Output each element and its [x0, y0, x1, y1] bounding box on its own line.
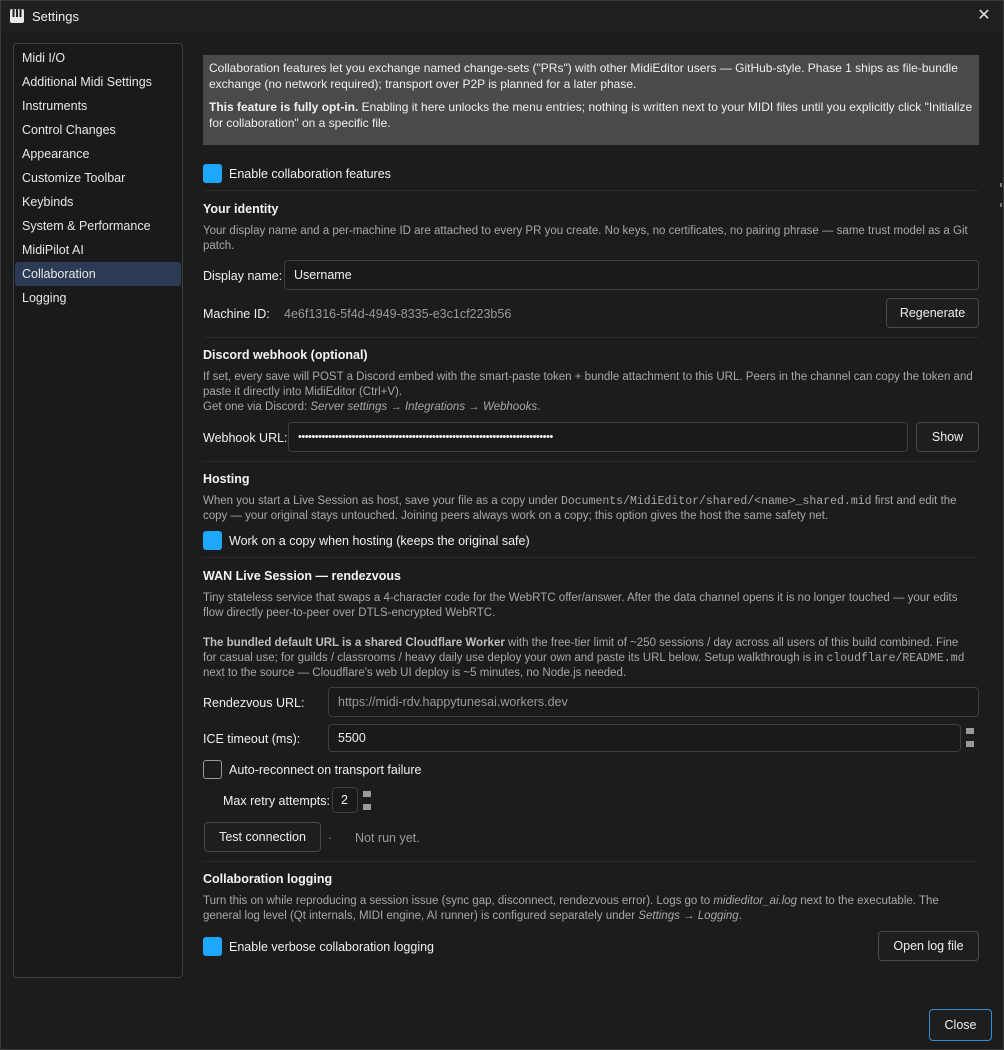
display-name-input[interactable]: Username	[284, 260, 979, 290]
logging-desc-path: Settings → Logging	[638, 910, 739, 922]
logging-desc-c: .	[738, 910, 742, 922]
window-close-icon[interactable]: ✕	[973, 5, 995, 27]
display-name-label: Display name:	[203, 269, 283, 283]
collaboration-panel: Collaboration features let you exchange …	[191, 43, 993, 978]
sidebar-item-midipilot-ai[interactable]: MidiPilot AI	[15, 238, 181, 262]
sidebar-item-collaboration[interactable]: Collaboration	[15, 262, 181, 286]
wan-desc-path: cloudflare/README.md	[826, 652, 965, 665]
webhook-url-input[interactable]: ••••••••••••••••••••••••••••••••••••••••…	[288, 422, 908, 452]
logging-desc-file: midieditor_ai.log	[713, 895, 798, 907]
work-on-copy-checkbox[interactable]	[203, 531, 222, 550]
info-opt-in-bold: This feature is fully opt-in.	[209, 100, 359, 114]
settings-sidebar: Midi I/O Additional Midi Settings Instru…	[13, 43, 183, 978]
wan-heading: WAN Live Session — rendezvous	[203, 569, 401, 583]
identity-heading: Your identity	[203, 202, 279, 216]
max-retry-down-icon[interactable]	[363, 804, 371, 810]
max-retry-up-icon[interactable]	[363, 791, 371, 797]
hosting-description: When you start a Live Session as host, s…	[203, 494, 973, 524]
wan-description-2: The bundled default URL is a shared Clou…	[203, 636, 973, 681]
max-retry-label: Max retry attempts:	[223, 794, 330, 808]
separator	[203, 861, 979, 862]
auto-reconnect-checkbox[interactable]	[203, 760, 222, 779]
machine-id-value: 4e6f1316-5f4d-4949-8335-e3c1cf223b56	[284, 307, 512, 321]
machine-id-label: Machine ID:	[203, 307, 270, 321]
verbose-logging-label: Enable verbose collaboration logging	[229, 940, 435, 954]
discord-description: If set, every save will POST a Discord e…	[203, 370, 973, 415]
discord-heading: Discord webhook (optional)	[203, 348, 368, 362]
sidebar-item-midi-io[interactable]: Midi I/O	[15, 46, 181, 70]
app-piano-icon	[10, 9, 24, 23]
separator	[203, 461, 979, 462]
logging-desc-a: Turn this on while reproducing a session…	[203, 895, 714, 907]
wan-desc-bold: The bundled default URL is a shared Clou…	[203, 637, 505, 649]
open-log-file-button[interactable]: Open log file	[878, 931, 979, 961]
info-paragraph-1: Collaboration features let you exchange …	[209, 61, 958, 91]
info-paragraph-2: This feature is fully opt-in. Enabling i…	[209, 100, 973, 131]
wan-desc-b: next to the source — Cloudflare's web UI…	[203, 667, 627, 679]
sidebar-item-logging[interactable]: Logging	[15, 286, 181, 310]
sidebar-item-control-changes[interactable]: Control Changes	[15, 118, 181, 142]
separator	[203, 337, 979, 338]
regenerate-button[interactable]: Regenerate	[886, 298, 979, 328]
work-on-copy-label: Work on a copy when hosting (keeps the o…	[229, 534, 530, 548]
close-button[interactable]: Close	[929, 1009, 992, 1041]
rendezvous-url-input[interactable]: https://midi-rdv.happytunesai.workers.de…	[328, 687, 979, 717]
enable-collaboration-checkbox[interactable]	[203, 164, 222, 183]
window-title: Settings	[32, 9, 79, 24]
test-connection-button[interactable]: Test connection	[204, 822, 321, 852]
wan-description-1: Tiny stateless service that swaps a 4-ch…	[203, 592, 958, 619]
hosting-desc-path: Documents/MidiEditor/shared/<name>_share…	[560, 495, 872, 508]
show-webhook-button[interactable]: Show	[916, 422, 979, 452]
scroll-indicator	[1000, 203, 1002, 207]
discord-desc-text: If set, every save will POST a Discord e…	[203, 371, 973, 398]
sidebar-item-instruments[interactable]: Instruments	[15, 94, 181, 118]
sidebar-item-system-performance[interactable]: System & Performance	[15, 214, 181, 238]
hosting-heading: Hosting	[203, 472, 250, 486]
collab-logging-heading: Collaboration logging	[203, 872, 333, 886]
sidebar-item-appearance[interactable]: Appearance	[15, 142, 181, 166]
ice-timeout-up-icon[interactable]	[966, 728, 974, 734]
enable-collaboration-label: Enable collaboration features	[229, 167, 391, 181]
separator	[203, 190, 979, 191]
webhook-url-label: Webhook URL:	[203, 431, 288, 445]
collaboration-info-box: Collaboration features let you exchange …	[203, 55, 979, 145]
scroll-indicator	[1000, 183, 1002, 187]
discord-desc-suffix: .	[537, 401, 541, 413]
ice-timeout-label: ICE timeout (ms):	[203, 732, 301, 746]
collab-logging-description: Turn this on while reproducing a session…	[203, 894, 973, 924]
sidebar-item-customize-toolbar[interactable]: Customize Toolbar	[15, 166, 181, 190]
sidebar-item-keybinds[interactable]: Keybinds	[15, 190, 181, 214]
ice-timeout-down-icon[interactable]	[966, 741, 974, 747]
test-status-text: Not run yet.	[355, 831, 420, 845]
max-retry-input[interactable]: 2	[332, 787, 358, 813]
discord-desc-prefix: Get one via Discord:	[203, 401, 311, 413]
discord-desc-path: Server settings → Integrations → Webhook…	[310, 401, 538, 413]
auto-reconnect-label: Auto-reconnect on transport failure	[229, 763, 422, 777]
rendezvous-url-label: Rendezvous URL:	[203, 696, 305, 710]
separator	[203, 557, 979, 558]
ice-timeout-input[interactable]: 5500	[328, 724, 961, 752]
sidebar-item-additional-midi-settings[interactable]: Additional Midi Settings	[15, 70, 181, 94]
hosting-desc-a: When you start a Live Session as host, s…	[203, 495, 561, 507]
test-status-dot: ·	[328, 831, 333, 845]
settings-window: Settings ✕ Midi I/O Additional Midi Sett…	[0, 0, 1004, 1050]
title-bar: Settings ✕	[1, 1, 1003, 32]
verbose-logging-checkbox[interactable]	[203, 937, 222, 956]
identity-description: Your display name and a per-machine ID a…	[203, 225, 968, 252]
